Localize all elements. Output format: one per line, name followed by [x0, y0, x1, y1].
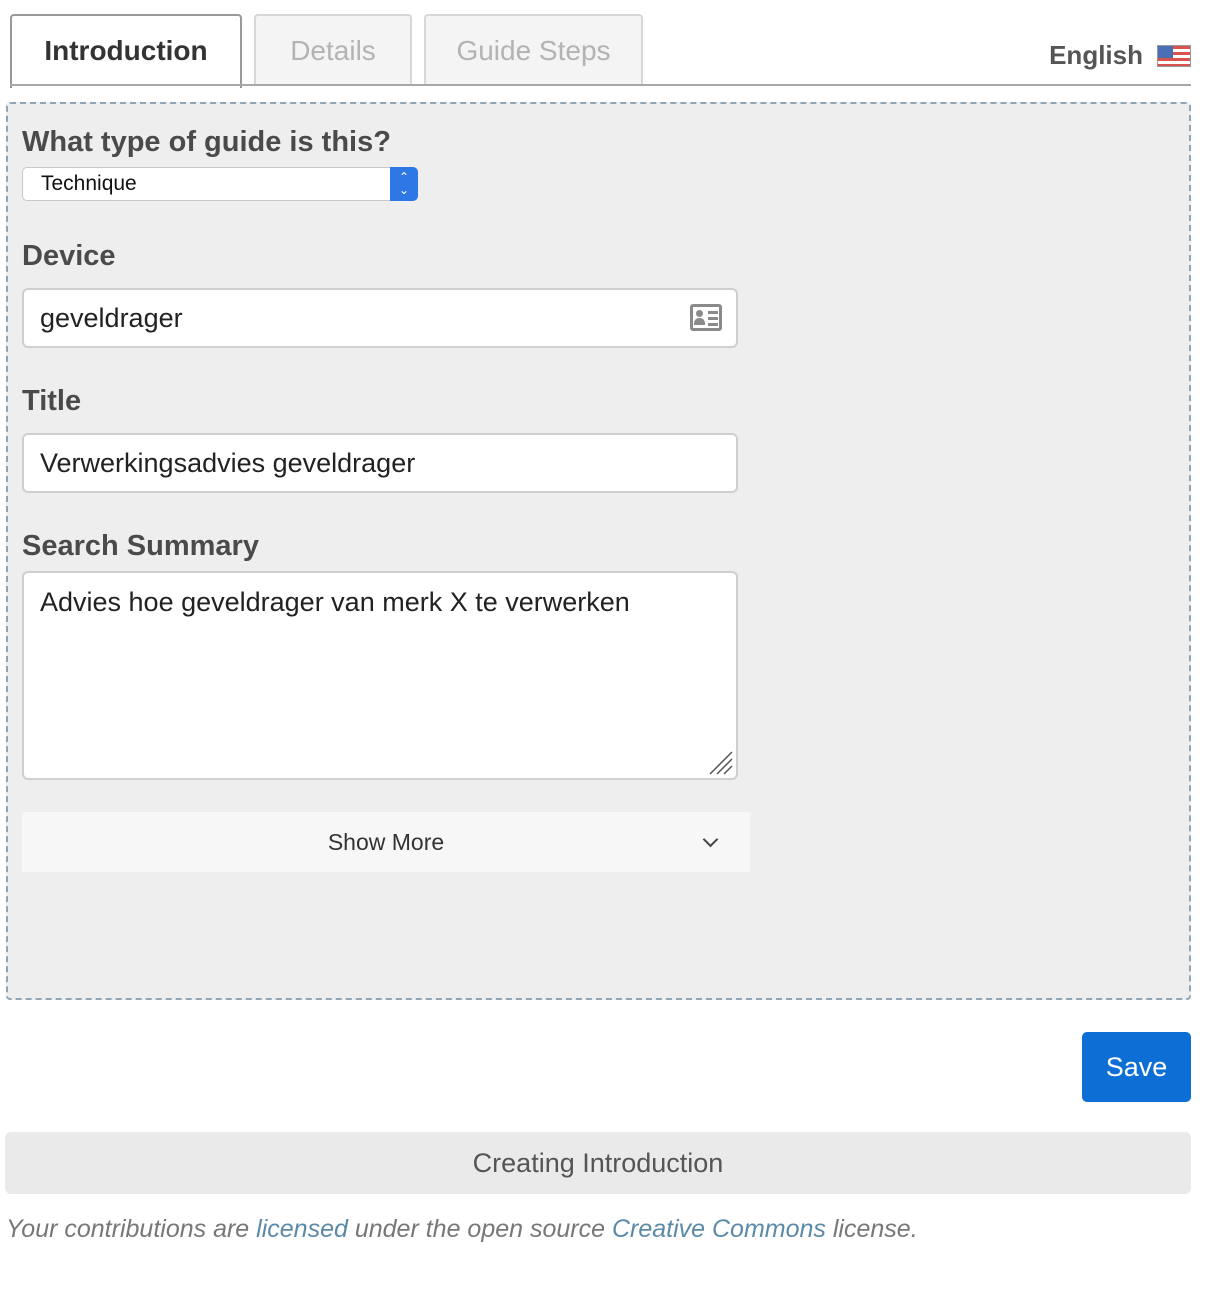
search-summary-label: Search Summary	[22, 530, 259, 562]
title-label: Title	[22, 385, 82, 417]
status-bar: Creating Introduction	[5, 1132, 1191, 1194]
chevron-down-icon	[702, 831, 719, 848]
license-prefix: Your contributions are	[6, 1215, 257, 1243]
licensed-link[interactable]: licensed	[256, 1215, 348, 1243]
us-flag-icon	[1157, 44, 1191, 67]
show-more-button[interactable]: Show More	[22, 812, 750, 872]
select-stepper-icon: ⌃ ⌄	[390, 167, 418, 201]
search-summary-textarea[interactable]: Advies hoe geveldrager van merk X te ver…	[22, 571, 738, 780]
tab-divider	[10, 84, 1191, 86]
show-more-label: Show More	[327, 829, 445, 855]
license-middle: under the open source	[347, 1215, 612, 1243]
contact-card-icon[interactable]	[690, 304, 722, 331]
search-summary-value: Advies hoe geveldrager van merk X te ver…	[40, 587, 630, 617]
device-input[interactable]: geveldrager	[22, 288, 738, 348]
device-label: Device	[22, 240, 116, 272]
title-input[interactable]: Verwerkingsadvies geveldrager	[22, 433, 738, 493]
resize-handle-icon[interactable]	[706, 748, 734, 776]
title-value: Verwerkingsadvies geveldrager	[40, 448, 416, 478]
license-notice: Your contributions are licensed under th…	[6, 1215, 918, 1244]
tab-bar: Introduction Details Guide Steps English	[0, 0, 1228, 88]
save-button[interactable]: Save	[1082, 1032, 1191, 1102]
language-selector[interactable]: English	[1049, 40, 1191, 71]
tab-details[interactable]: Details	[254, 14, 412, 86]
tab-introduction[interactable]: Introduction	[10, 14, 242, 88]
language-label: English	[1049, 40, 1143, 70]
tab-guide-steps[interactable]: Guide Steps	[424, 14, 643, 86]
guide-type-label: What type of guide is this?	[22, 126, 391, 158]
creative-commons-link[interactable]: Creative Commons	[612, 1215, 826, 1243]
device-value: geveldrager	[40, 303, 183, 333]
introduction-panel: What type of guide is this? Technique ⌃ ⌄…	[6, 102, 1191, 1000]
guide-type-value: Technique	[41, 172, 137, 195]
license-suffix: license.	[825, 1215, 918, 1243]
guide-type-select[interactable]: Technique ⌃ ⌄	[22, 167, 418, 201]
